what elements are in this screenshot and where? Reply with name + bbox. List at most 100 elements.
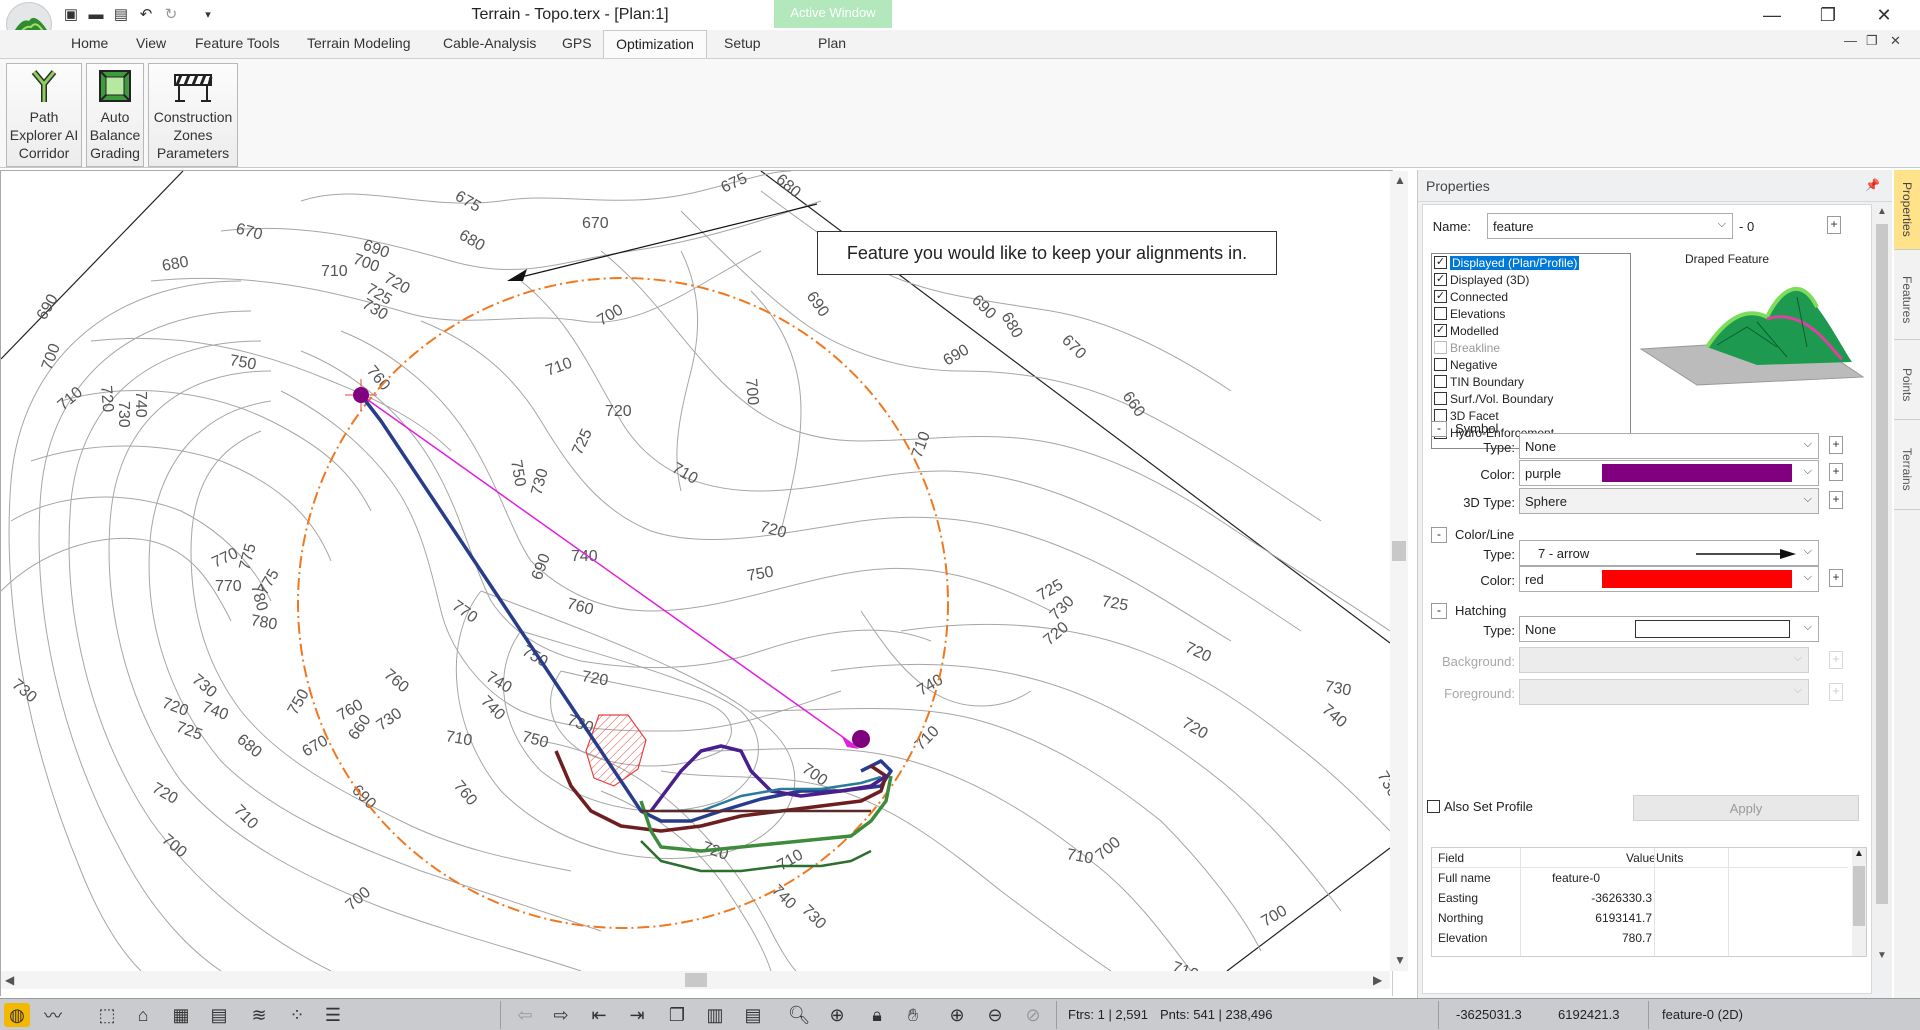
maximize-button[interactable]: ❐ [1810,2,1846,28]
map-hscroll-thumb[interactable] [685,973,707,987]
cascade-windows-icon[interactable]: ❐ [664,1003,690,1027]
contours-icon[interactable]: ≋ [246,1003,272,1027]
tile-horizontal-icon[interactable]: ▤ [740,1003,766,1027]
zoom-window-icon[interactable]: ⊘ [1020,1003,1046,1027]
side-tab-features[interactable]: Features [1894,260,1920,340]
also-set-profile-checkbox[interactable]: Also Set Profile [1427,799,1533,814]
checkbox-icon[interactable]: ✓ [1434,290,1447,303]
tab-terrain-modeling[interactable]: Terrain Modeling [307,35,411,51]
mdi-close-button[interactable]: ✕ [1890,33,1901,49]
points-icon[interactable]: ⁘ [284,1003,310,1027]
zoom-in-icon[interactable]: ⊕ [944,1003,970,1027]
name-add-button[interactable]: + [1827,216,1841,234]
scroll-left-icon[interactable]: ◀ [5,973,14,987]
checkbox-icon[interactable]: ✓ [1434,273,1447,286]
tab-optimization[interactable]: Optimization [603,30,707,60]
auto-balance-button[interactable]: Auto Balance Grading [86,63,144,167]
tab-view[interactable]: View [136,35,166,51]
symbol-color-add-button[interactable]: + [1829,463,1843,481]
scroll-up-icon[interactable]: ▲ [1854,848,1864,859]
colorline-collapse-button[interactable]: - [1431,527,1447,543]
line-type-combo[interactable]: 7 - arrow ⌵ [1519,540,1819,566]
tab-feature-tools[interactable]: Feature Tools [195,35,280,51]
grid-scroll-thumb[interactable] [1853,866,1865,926]
table-row[interactable]: Easting -3626330.3 [1432,888,1848,908]
table-row[interactable]: Northing 6193141.7 [1432,908,1848,928]
line-color-add-button[interactable]: + [1829,569,1843,587]
side-tab-terrains[interactable]: Terrains [1894,430,1920,510]
profile-view-icon[interactable]: 〰 [40,1003,66,1027]
mdi-restore-button[interactable]: ❐ [1866,33,1878,49]
scroll-down-icon[interactable]: ▼ [1877,950,1887,961]
checkbox-icon[interactable] [1434,358,1447,371]
symbol-collapse-button[interactable]: - [1431,421,1447,437]
map-vscroll-thumb[interactable] [1392,541,1406,561]
flag-elevations[interactable]: Elevations [1432,305,1630,322]
table-row[interactable]: Full name feature-0 [1432,868,1848,888]
cross-section-icon[interactable]: ⌂ [130,1003,156,1027]
flag-displayed-plan[interactable]: ✓ Displayed (Plan/Profile) [1432,254,1630,271]
arrow-right-icon[interactable]: ⇨ [548,1003,574,1027]
zoom-extents-icon[interactable]: ⊕ [824,1003,850,1027]
minimize-button[interactable]: — [1754,2,1790,28]
checkbox-icon[interactable] [1427,800,1440,813]
scroll-up-icon[interactable]: ▲ [1877,206,1887,217]
symbol-3dtype-combo[interactable]: Sphere ⌵ [1519,488,1819,514]
pan-hand-icon[interactable]: ✋︎ [900,1003,926,1027]
scroll-right-icon[interactable]: ▶ [1373,973,1382,987]
pin-icon[interactable]: 📌 [1865,178,1880,192]
apply-button[interactable]: Apply [1633,795,1859,821]
zoom-icon[interactable]: 🔍︎ [786,1003,812,1027]
tab-gps[interactable]: GPS [562,35,592,51]
feature-arrow[interactable] [360,394,859,749]
table-row[interactable]: Elevation 780.7 [1432,928,1848,948]
scroll-down-icon[interactable]: ▼ [1394,953,1406,967]
map-vertical-scrollbar[interactable]: ▲ ▼ [1390,171,1408,971]
3d-box-icon[interactable]: ⬚ [94,1003,120,1027]
plan-view[interactable]: 675 675 680 670 670 690 680 680 700 710 … [0,170,1408,996]
zoom-out-icon[interactable]: ⊖ [982,1003,1008,1027]
checkbox-icon[interactable] [1434,392,1447,405]
tab-plan[interactable]: Plan [818,35,846,51]
symbol-type-combo[interactable]: None ⌵ [1519,433,1819,459]
tab-setup[interactable]: Setup [724,35,761,51]
flag-negative[interactable]: Negative [1432,356,1630,373]
path-explorer-button[interactable]: Path Explorer AI Corridor [6,63,82,167]
flag-modelled[interactable]: ✓ Modelled [1432,322,1630,339]
corridor-feature[interactable] [297,277,949,929]
mdi-minimize-button[interactable]: — [1844,33,1857,48]
hatch-type-combo[interactable]: None ⌵ [1519,616,1819,642]
flag-surf-vol-boundary[interactable]: Surf./Vol. Boundary [1432,390,1630,407]
symbol-color-combo[interactable]: purple ⌵ [1519,460,1819,486]
map-horizontal-scrollbar[interactable]: ◀ ▶ [1,971,1390,989]
arrow-left-icon[interactable]: ⇦ [512,1003,538,1027]
side-tab-properties[interactable]: Properties [1894,170,1920,250]
flag-tin-boundary[interactable]: TIN Boundary [1432,373,1630,390]
layers-icon[interactable]: ☰ [320,1003,346,1027]
hatching-collapse-button[interactable]: - [1431,603,1447,619]
flag-displayed-3d[interactable]: ✓ Displayed (3D) [1432,271,1630,288]
line-color-combo[interactable]: red ⌵ [1519,566,1819,592]
split-view-icon[interactable]: ▦ [168,1003,194,1027]
terrain-mode-icon[interactable]: ◍ [4,1003,30,1027]
tile-vertical-icon[interactable]: ▥ [702,1003,728,1027]
close-button[interactable]: ✕ [1866,2,1902,28]
lock-icon[interactable]: 🔒︎ [864,1003,890,1027]
scroll-up-icon[interactable]: ▲ [1394,173,1406,187]
checkbox-icon[interactable] [1434,375,1447,388]
checkbox-icon[interactable]: ✓ [1434,256,1447,269]
construction-zones-button[interactable]: Construction Zones Parameters [148,63,238,167]
symbol-type-add-button[interactable]: + [1829,436,1843,454]
topo-map-canvas[interactable]: 675 675 680 670 670 690 680 680 700 710 … [1,171,1390,971]
name-combo[interactable]: feature ⌵ [1487,213,1733,239]
tab-cable-analysis[interactable]: Cable-Analysis [443,35,536,51]
tab-home[interactable]: Home [71,35,108,51]
step-forward-icon[interactable]: ⇥ [624,1003,650,1027]
alignment-paths[interactable] [359,393,893,873]
table-icon[interactable]: ▤ [206,1003,232,1027]
grid-scrollbar[interactable]: ▲ [1852,848,1866,956]
properties-scrollbar[interactable]: ▲ ▼ [1874,206,1890,966]
checkbox-icon[interactable]: ✓ [1434,324,1447,337]
step-back-icon[interactable]: ⇤ [586,1003,612,1027]
symbol-3dtype-add-button[interactable]: + [1829,491,1843,509]
